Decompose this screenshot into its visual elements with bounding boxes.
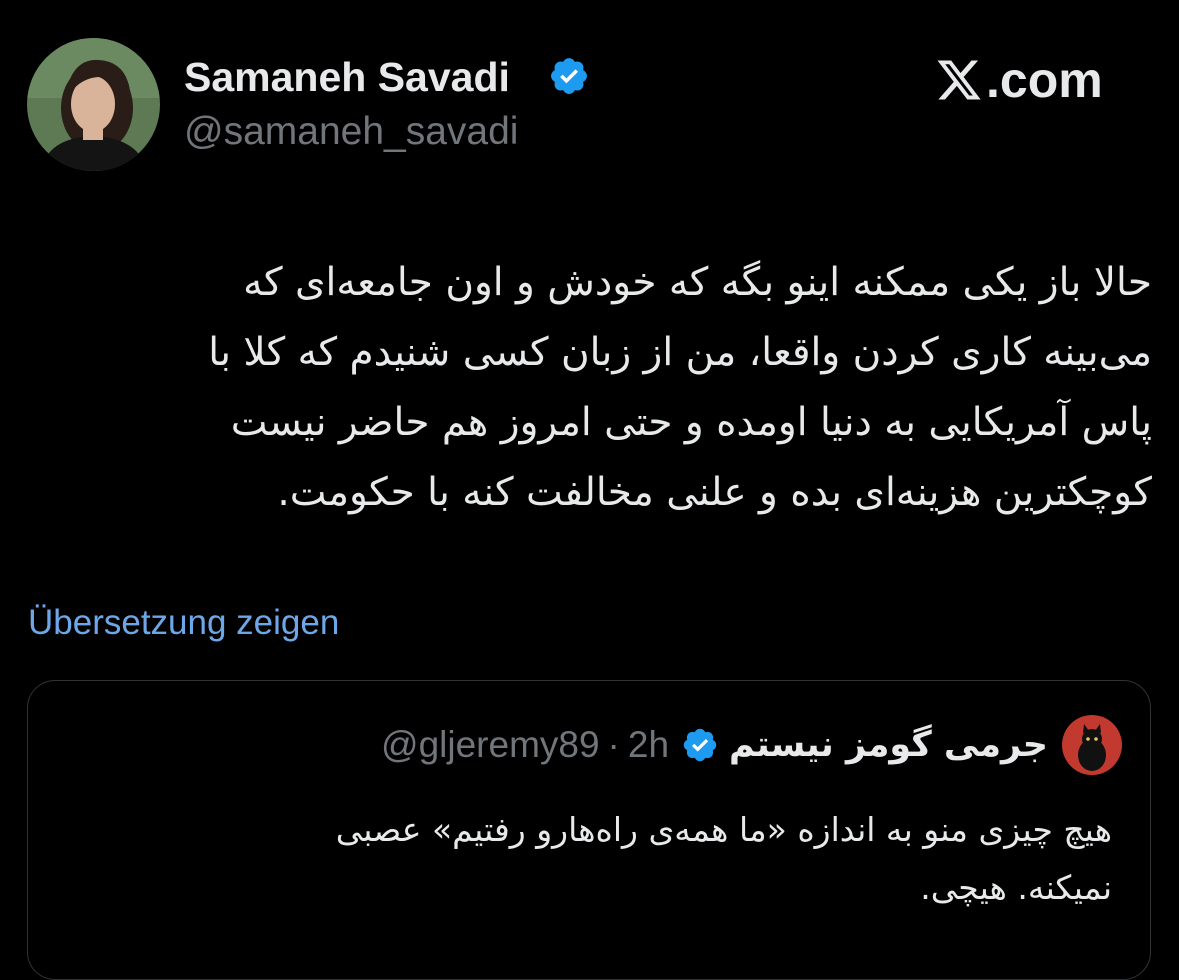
tweet-line: پاس آمریکایی به دنیا اومده و حتی امروز ه… [230, 400, 1152, 445]
x-logo-icon [937, 60, 981, 100]
meta-separator: · [607, 724, 620, 765]
quoted-tweet-text: هیچ چیزی منو به اندازه «ما همه‌ی راه‌هار… [72, 801, 1112, 917]
tweet-line: می‌بینه کاری کردن واقعا، من از زبان کسی … [208, 330, 1152, 375]
tweet-line: کوچکترین هزینه‌ای بده و علنی مخالفت کنه … [277, 470, 1152, 515]
avatar-image [27, 38, 160, 171]
site-badge: .com [935, 52, 1103, 108]
quoted-tweet-line: نمیکنه. هیچی. [920, 868, 1112, 907]
author-name[interactable]: Samaneh Savadi [184, 52, 510, 102]
verified-badge-icon [551, 58, 587, 94]
quoted-author-handle[interactable]: @gljeremy89 [381, 720, 600, 770]
quoted-tweet-time[interactable]: 2h [628, 720, 669, 770]
black-cat-avatar-icon [1062, 715, 1122, 775]
quoted-tweet-card[interactable]: جرمی گومز نیستم @gljeremy89 · 2h هیچ چیز… [27, 680, 1151, 980]
site-label: .com [986, 52, 1103, 108]
quoted-author-name[interactable]: جرمی گومز نیستم [729, 720, 1048, 770]
tweet-text: حالا باز یکی ممکنه اینو بگه که خودش و او… [30, 248, 1152, 528]
author-handle[interactable]: @samaneh_savadi [184, 108, 518, 156]
quoted-tweet-header: جرمی گومز نیستم @gljeremy89 · 2h [381, 715, 1122, 775]
quoted-tweet-meta: @gljeremy89 · 2h [381, 720, 669, 770]
author-avatar[interactable] [27, 38, 160, 171]
verified-badge-icon [683, 728, 717, 762]
quoted-tweet-line: هیچ چیزی منو به اندازه «ما همه‌ی راه‌هار… [335, 810, 1112, 849]
quoted-author-avatar[interactable] [1062, 715, 1122, 775]
tweet-line: حالا باز یکی ممکنه اینو بگه که خودش و او… [243, 260, 1152, 305]
show-translation-link[interactable]: Übersetzung zeigen [28, 598, 339, 648]
